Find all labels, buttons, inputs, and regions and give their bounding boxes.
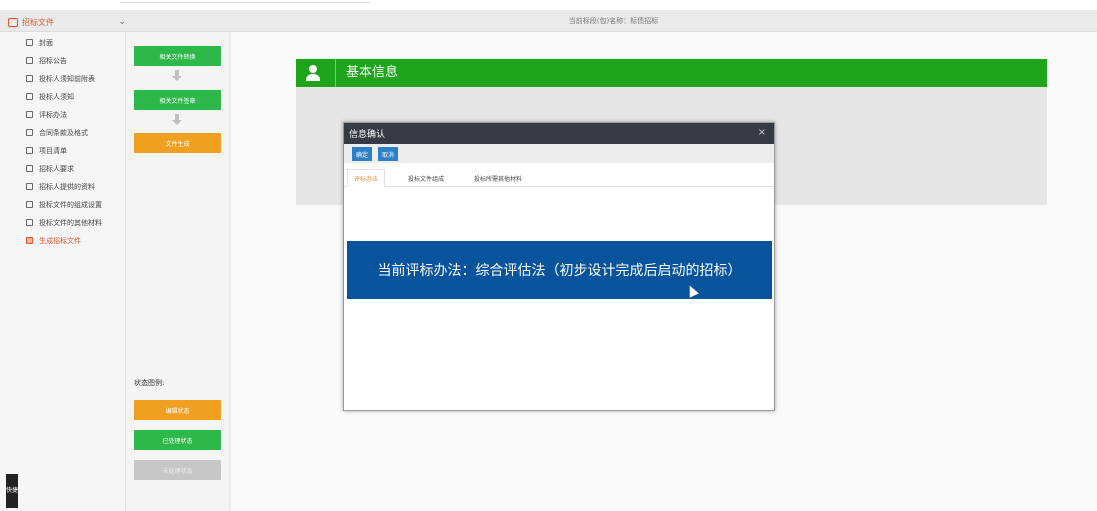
- sidebar-item-cover[interactable]: 封面: [26, 36, 53, 49]
- sidebar-item-announcement[interactable]: 招标公告: [26, 54, 67, 67]
- quick-access-label: 快捷: [6, 487, 19, 494]
- cancel-button[interactable]: 取消: [378, 147, 399, 161]
- mail-icon: [26, 219, 33, 226]
- evaluation-icon: [26, 111, 33, 118]
- dialog-tabs: 评标办法 投标文件组成 投标所需其他材料: [344, 169, 774, 187]
- document-icon: [8, 17, 18, 27]
- basic-info-header: 基本信息: [296, 59, 1047, 87]
- banner-text: 当前评标办法：综合评估法（初步设计完成后启动的招标）: [377, 263, 742, 279]
- sidebar-item-label: 合同条款及格式: [39, 128, 88, 137]
- cover-icon: [26, 39, 33, 46]
- sidebar-item-label: 投标人须知前附表: [39, 74, 95, 83]
- sidebar-item-evaluation[interactable]: 评标办法: [26, 108, 67, 121]
- sidebar-item-label: 招标公告: [39, 56, 67, 65]
- sidebar-item-contract[interactable]: 合同条款及格式: [26, 126, 88, 139]
- sidebar-item-label: 封面: [39, 38, 53, 47]
- sidebar-item-label: 招标人要求: [39, 164, 74, 173]
- legend-pending: 未处理状态: [134, 460, 221, 480]
- sign-files-button[interactable]: 相关文件签章: [134, 90, 221, 110]
- sidebar-item-bidder-notice-table[interactable]: 投标人须知前附表: [26, 72, 95, 85]
- person-icon: [26, 93, 33, 100]
- tab-bid-composition[interactable]: 投标文件组成: [402, 169, 450, 187]
- sidebar: 封面 招标公告 投标人须知前附表 投标人须知 评标办法 合同条款及格式 项目清单…: [0, 32, 126, 511]
- document-select[interactable]: 招标文件 ⌄: [8, 14, 126, 30]
- ok-button[interactable]: 确定: [352, 147, 373, 161]
- sidebar-item-composition-settings[interactable]: 投标文件的组成设置: [26, 198, 102, 211]
- user-icon: [305, 65, 321, 81]
- arrow-down-icon: [172, 70, 182, 82]
- sidebar-item-requirements[interactable]: 招标人要求: [26, 162, 74, 175]
- tab-evaluation-method[interactable]: 评标办法: [347, 169, 386, 187]
- legend-done: 已处理状态: [134, 430, 221, 450]
- settings-icon: [26, 201, 33, 208]
- sidebar-item-generate[interactable]: 生成招标文件: [26, 234, 81, 247]
- list-icon: [26, 147, 33, 154]
- gear-icon: [26, 129, 33, 136]
- generate-file-button[interactable]: 文件生成: [134, 133, 221, 153]
- generate-icon: [26, 237, 33, 244]
- requirements-icon: [26, 165, 33, 172]
- confirm-dialog: 信息确认 × 确定 取消 评标办法 投标文件组成 投标所需其他材料 当前评标办法…: [343, 122, 775, 411]
- document-select-label: 招标文件: [22, 17, 54, 27]
- header-row: 招标文件 ⌄ 当前标段(包)名称：标债招标: [0, 10, 1097, 32]
- materials-icon: [26, 183, 33, 190]
- close-icon[interactable]: ×: [758, 127, 766, 138]
- dialog-toolbar: 确定 取消: [344, 144, 774, 163]
- tab-other-materials[interactable]: 投标所需其他材料: [468, 169, 528, 187]
- sidebar-item-project-list[interactable]: 项目清单: [26, 144, 67, 157]
- legend-title: 状态图例:: [134, 379, 165, 387]
- sidebar-item-label: 评标办法: [39, 110, 67, 119]
- sidebar-item-bidder-notice[interactable]: 投标人须知: [26, 90, 74, 103]
- sidebar-item-label: 投标人须知: [39, 92, 74, 101]
- announcement-icon: [26, 57, 33, 64]
- tab-strip: [120, 2, 370, 6]
- dialog-title: 信息确认: [349, 130, 386, 140]
- convert-files-button[interactable]: 相关文件转换: [134, 46, 221, 66]
- sidebar-item-provided-materials[interactable]: 招标人提供的资料: [26, 180, 95, 193]
- quick-access-button[interactable]: 快捷: [6, 474, 18, 508]
- sidebar-item-label: 投标文件的组成设置: [39, 200, 102, 209]
- mouse-cursor-icon: [685, 283, 699, 298]
- table-icon: [26, 75, 33, 82]
- flow-panel: 相关文件转换 相关文件签章 文件生成 状态图例: 编辑状态 已处理状态 未处理状…: [126, 32, 230, 511]
- top-bar: [0, 0, 1097, 10]
- legend-edit: 编辑状态: [134, 400, 221, 420]
- dialog-header: 信息确认 ×: [344, 123, 774, 144]
- tender-name: 当前标段(包)名称：标债招标: [568, 17, 659, 25]
- sidebar-item-label: 招标人提供的资料: [39, 182, 95, 191]
- chevron-down-icon: ⌄: [118, 17, 126, 27]
- arrow-down-icon: [172, 114, 182, 126]
- sidebar-item-other-materials[interactable]: 投标文件的其他材料: [26, 216, 102, 229]
- sidebar-item-label: 项目清单: [39, 146, 67, 155]
- sidebar-item-label: 投标文件的其他材料: [39, 218, 102, 227]
- sidebar-item-label: 生成招标文件: [39, 236, 81, 245]
- evaluation-method-banner: 当前评标办法：综合评估法（初步设计完成后启动的招标）: [347, 241, 772, 299]
- section-title: 基本信息: [335, 59, 398, 87]
